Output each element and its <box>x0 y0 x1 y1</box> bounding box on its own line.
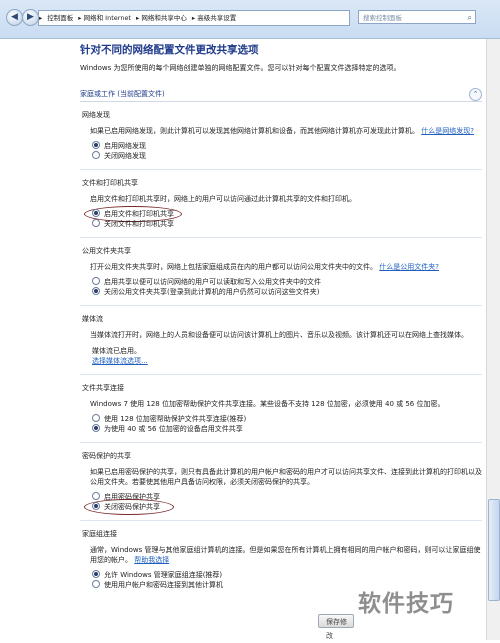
radio-button-selected[interactable] <box>92 209 100 217</box>
section-title: 媒体流 <box>82 315 103 323</box>
radio-button-selected[interactable] <box>92 570 100 578</box>
radio-option[interactable]: 启用网络发现 <box>92 141 482 151</box>
radio-button-selected[interactable] <box>92 502 100 510</box>
back-button[interactable]: ◀ <box>6 9 23 26</box>
page-intro: Windows 为您所使用的每个网络创建单独的网络配置文件。您可以针对每个配置文… <box>80 64 401 72</box>
section-password-sharing: 密码保护的共享 如果已启用密码保护的共享，则只有具备此计算机的用户帐户和密码的用… <box>80 451 482 515</box>
section-title: 网络发现 <box>82 111 110 119</box>
help-choose-link[interactable]: 帮助我选择 <box>134 556 169 564</box>
vertical-scrollbar[interactable] <box>486 39 500 640</box>
profile-header[interactable]: 家庭或工作 (当前配置文件) ⌃ <box>80 87 482 102</box>
page-title: 针对不同的网络配置文件更改共享选项 <box>80 44 259 56</box>
option-label: 允许 Windows 管理家庭组连接(推荐) <box>104 571 223 579</box>
radio-button[interactable] <box>92 151 100 159</box>
radio-button-selected[interactable] <box>92 287 100 295</box>
option-label: 关闭文件和打印机共享 <box>104 220 174 228</box>
search-icon[interactable]: ⌕ <box>468 11 472 25</box>
section-printer-sharing: 文件和打印机共享 启用文件和打印机共享时，网络上的用户可以访问通过此计算机共享的… <box>80 178 482 229</box>
section-network-discovery: 网络发现 如果已启用网络发现，则此计算机可以发现其他网络计算机和设备，而其他网络… <box>80 110 482 161</box>
section-title: 文件共享连接 <box>82 384 124 392</box>
media-status: 媒体流已启用。 <box>92 347 141 355</box>
breadcrumb-item[interactable]: 控制面板 <box>47 14 73 22</box>
section-desc: Windows 7 使用 128 位加密帮助保护文件共享连接。某些设备不支持 1… <box>90 400 445 408</box>
option-label: 使用 128 位加密帮助保护文件共享连接(推荐) <box>104 415 247 423</box>
option-label: 关闭网络发现 <box>104 152 146 160</box>
search-input[interactable]: 搜索控制面板 ⌕ <box>358 10 476 24</box>
divider <box>80 237 482 238</box>
section-desc: 当媒体流打开时，网络上的人员和设备便可以访问该计算机上的图片、音乐以及视频。该计… <box>90 331 468 339</box>
profile-label: 家庭或工作 (当前配置文件) <box>80 90 165 98</box>
divider <box>80 442 482 443</box>
divider <box>80 520 482 521</box>
radio-option[interactable]: 启用共享以便可以访问网络的用户可以读取和写入公用文件夹中的文件 <box>92 277 482 287</box>
divider <box>80 169 482 170</box>
radio-option[interactable]: 使用 128 位加密帮助保护文件共享连接(推荐) <box>92 414 482 424</box>
section-desc: 启用文件和打印机共享时，网络上的用户可以访问通过此计算机共享的文件和打印机。 <box>90 195 356 203</box>
option-label: 启用共享以便可以访问网络的用户可以读取和写入公用文件夹中的文件 <box>104 278 321 286</box>
option-label: 使用用户帐户和密码连接到其他计算机 <box>104 581 223 589</box>
radio-option[interactable]: 关闭密码保护共享 <box>84 499 482 515</box>
radio-option[interactable]: 为使用 40 或 56 位加密的设备启用文件共享 <box>92 424 482 434</box>
radio-button-selected[interactable] <box>92 141 100 149</box>
address-bar[interactable]: ▸ 控制面板 ▸ 网络和 Internet ▸ 网络和共享中心 ▸ 高级共享设置 <box>38 10 350 26</box>
media-options-link[interactable]: 选择媒体流选项... <box>92 356 482 366</box>
breadcrumb-item[interactable]: 网络和共享中心 <box>141 14 187 22</box>
divider <box>80 374 482 375</box>
option-label: 为使用 40 或 56 位加密的设备启用文件共享 <box>104 425 243 433</box>
radio-button[interactable] <box>92 414 100 422</box>
breadcrumb-item[interactable]: 高级共享设置 <box>197 14 236 22</box>
section-file-connection: 文件共享连接 Windows 7 使用 128 位加密帮助保护文件共享连接。某些… <box>80 383 482 434</box>
radio-button[interactable] <box>92 492 100 500</box>
section-media-streaming: 媒体流 当媒体流打开时，网络上的人员和设备便可以访问该计算机上的图片、音乐以及视… <box>80 314 482 366</box>
scrollbar-thumb[interactable] <box>488 499 500 601</box>
section-desc: 打开公用文件夹共享时，网络上包括家庭组成员在内的用户都可以访问公用文件夹中的文件… <box>90 263 377 271</box>
radio-option[interactable]: 关闭公用文件夹共享(登录到此计算机的用户仍然可以访问这些文件夹) <box>92 287 482 297</box>
radio-option[interactable]: 关闭网络发现 <box>92 151 482 161</box>
folder-icon: ▸ <box>39 14 43 22</box>
forward-button[interactable]: ▶ <box>22 9 39 26</box>
title-bar: ◀ ▶ ▸ 控制面板 ▸ 网络和 Internet ▸ 网络和共享中心 ▸ 高级共享设置… <box>0 0 500 39</box>
section-desc: 如果已启用密码保护的共享，则只有具备此计算机的用户帐户和密码的用户才可以访问共享… <box>90 468 482 486</box>
save-changes-button[interactable]: 保存修改 <box>318 614 354 640</box>
radio-button[interactable] <box>92 277 100 285</box>
radio-button[interactable] <box>92 580 100 588</box>
public-folder-link[interactable]: 什么是公用文件夹? <box>379 263 439 271</box>
section-title: 公用文件夹共享 <box>82 247 131 255</box>
section-homegroup: 家庭组连接 通常，Windows 管理与其他家庭组计算机的连接。但是如果您在所有… <box>80 529 482 590</box>
divider <box>80 305 482 306</box>
chevron-up-icon[interactable]: ⌃ <box>469 88 482 101</box>
search-placeholder: 搜索控制面板 <box>363 14 402 22</box>
option-label: 启用网络发现 <box>104 142 146 150</box>
section-title: 文件和打印机共享 <box>82 179 138 187</box>
radio-option[interactable]: 允许 Windows 管理家庭组连接(推荐) <box>92 570 482 580</box>
section-public-folder: 公用文件夹共享 打开公用文件夹共享时，网络上包括家庭组成员在内的用户都可以访问公… <box>80 246 482 297</box>
radio-option[interactable]: 关闭文件和打印机共享 <box>92 219 482 229</box>
radio-button[interactable] <box>92 219 100 227</box>
radio-button-selected[interactable] <box>92 424 100 432</box>
option-label: 关闭公用文件夹共享(登录到此计算机的用户仍然可以访问这些文件夹) <box>104 288 320 296</box>
section-title: 家庭组连接 <box>82 530 117 538</box>
radio-option[interactable]: 启用文件和打印机共享 <box>84 206 482 222</box>
breadcrumb-item[interactable]: 网络和 Internet <box>84 14 131 22</box>
watermark: 软件技巧 <box>358 591 454 617</box>
network-discovery-link[interactable]: 什么是网络发现? <box>421 127 474 135</box>
settings-content: 针对不同的网络配置文件更改共享选项 Windows 为您所使用的每个网络创建单独… <box>80 42 482 590</box>
section-title: 密码保护的共享 <box>82 452 131 460</box>
section-desc: 如果已启用网络发现，则此计算机可以发现其他网络计算机和设备，而其他网络计算机亦可… <box>90 127 419 135</box>
